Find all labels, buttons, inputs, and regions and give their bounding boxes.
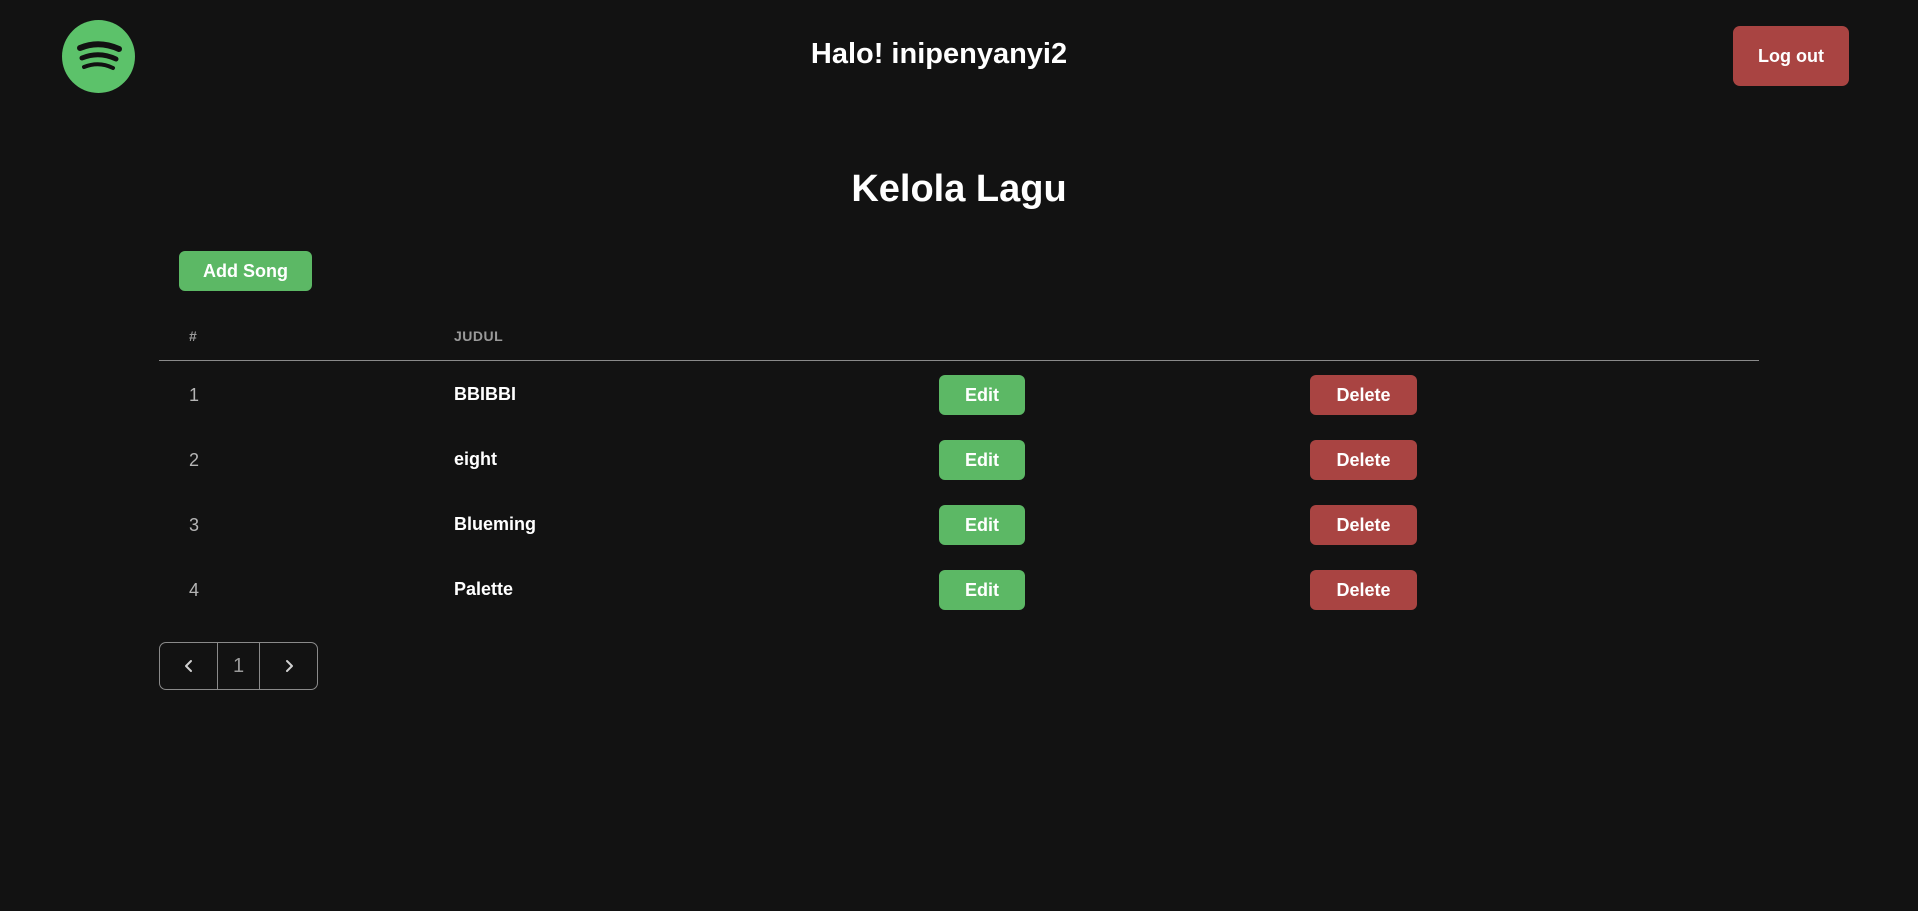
song-title: Palette xyxy=(454,579,514,599)
row-number: 1 xyxy=(189,385,200,405)
table-header: # JUDUL xyxy=(159,318,1759,361)
column-header-number: # xyxy=(189,328,198,344)
logout-button[interactable]: Log out xyxy=(1733,26,1849,86)
greeting-title: Halo! inipenyanyi2 xyxy=(810,38,1068,70)
delete-button[interactable]: Delete xyxy=(1310,505,1417,545)
column-header-judul: JUDUL xyxy=(454,328,504,344)
edit-button[interactable]: Edit xyxy=(939,505,1025,545)
table-row: 4 Palette Edit Delete xyxy=(159,556,1759,621)
chevron-right-icon xyxy=(285,660,293,672)
row-number: 3 xyxy=(189,515,200,535)
delete-button[interactable]: Delete xyxy=(1310,440,1417,480)
row-number: 4 xyxy=(189,580,200,600)
row-number: 2 xyxy=(189,450,200,470)
chevron-left-icon xyxy=(184,660,192,672)
pagination: 1 xyxy=(159,642,318,690)
song-title: BBIBBI xyxy=(454,384,516,404)
song-title: eight xyxy=(454,449,497,469)
add-song-button[interactable]: Add Song xyxy=(179,251,312,291)
delete-button[interactable]: Delete xyxy=(1310,375,1417,415)
edit-button[interactable]: Edit xyxy=(939,375,1025,415)
songs-table: # JUDUL 1 BBIBBI Edit Delete 2 eight Edi… xyxy=(159,318,1759,621)
previous-page-button[interactable] xyxy=(160,643,217,689)
page: Halo! inipenyanyi2 Log out Kelola Lagu A… xyxy=(0,0,1918,911)
edit-button[interactable]: Edit xyxy=(939,570,1025,610)
table-row: 1 BBIBBI Edit Delete xyxy=(159,361,1759,426)
page-title: Kelola Lagu xyxy=(851,168,1067,210)
current-page-number[interactable]: 1 xyxy=(217,643,260,689)
table-row: 2 eight Edit Delete xyxy=(159,426,1759,491)
next-page-button[interactable] xyxy=(260,643,317,689)
song-title: Blueming xyxy=(454,514,537,534)
table-row: 3 Blueming Edit Delete xyxy=(159,491,1759,556)
delete-button[interactable]: Delete xyxy=(1310,570,1417,610)
edit-button[interactable]: Edit xyxy=(939,440,1025,480)
